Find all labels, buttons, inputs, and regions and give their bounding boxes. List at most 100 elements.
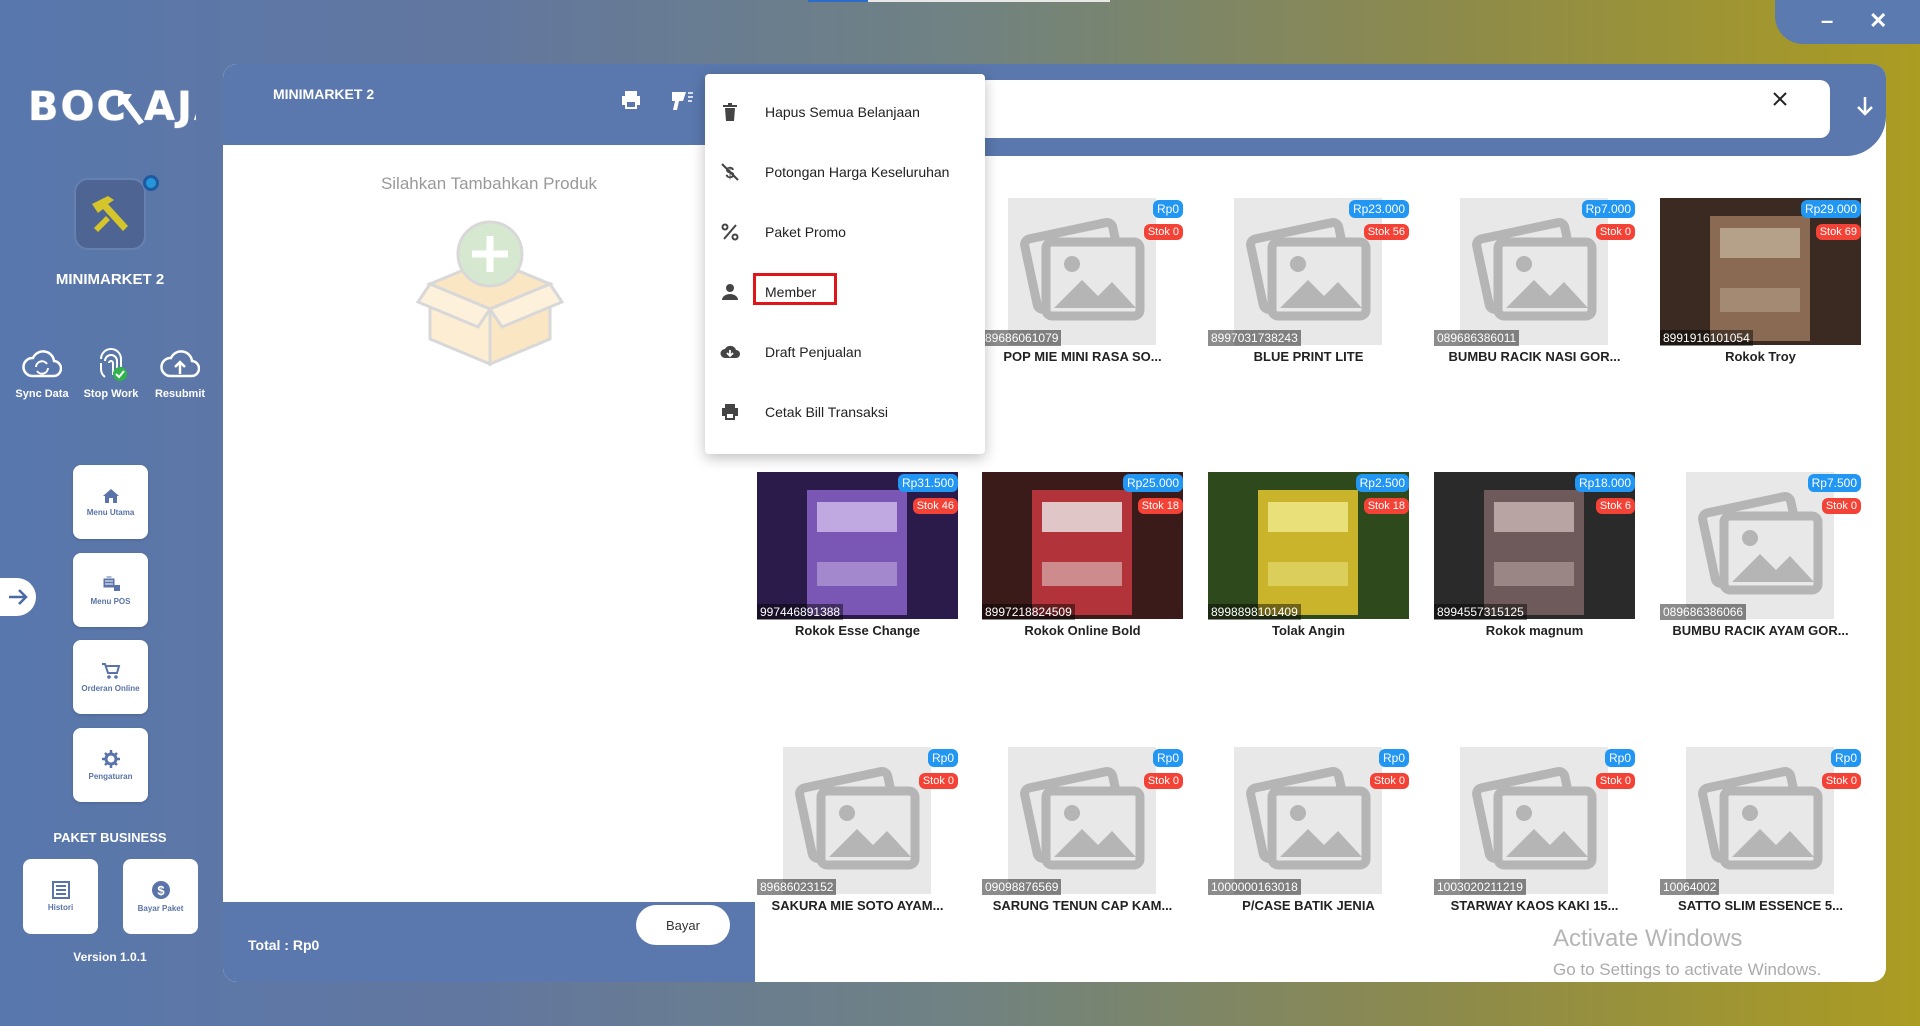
- product-photo-image: [1660, 198, 1861, 345]
- nav-menu-utama[interactable]: Menu Utama: [73, 465, 148, 539]
- hammer-icon: [92, 196, 128, 232]
- print-icon: [722, 404, 738, 420]
- product-card[interactable]: Rp0 Stok 0 89686023152 SAKURA MIE SOTO AYAM…: [755, 747, 960, 927]
- empty-cart-message: Silahkan Tambahkan Produk: [380, 174, 598, 193]
- nav-pengaturan[interactable]: Pengaturan: [73, 728, 148, 802]
- product-stock-badge: Stok 0: [918, 773, 958, 789]
- product-photo: [982, 472, 1183, 619]
- sync-data-label: Sync Data: [15, 388, 69, 400]
- product-card[interactable]: Rp23.000 Stok 56 8997031738243 BLUE PRINT L…: [1206, 198, 1411, 378]
- nav-menu-pos[interactable]: Menu POS: [73, 553, 148, 627]
- resubmit-button[interactable]: Resubmit: [146, 344, 214, 400]
- pay-button[interactable]: Bayar: [636, 905, 730, 945]
- store-avatar[interactable]: [76, 180, 144, 248]
- svg-text:$: $: [157, 883, 165, 898]
- menu-potongan-harga-label: Potongan Harga Keseluruhan: [765, 164, 950, 180]
- product-card[interactable]: Rp2.500 Stok 18 8998898101409 Tolak Angin: [1206, 472, 1411, 652]
- print-icon[interactable]: [619, 88, 643, 112]
- product-name: BUMBU RACIK NASI GOR...: [1448, 349, 1621, 364]
- cloud-download-icon: [720, 345, 740, 358]
- product-card[interactable]: Rp7.500 Stok 0 089686386066 BUMBU RACIK AYA…: [1658, 472, 1863, 652]
- product-photo-image: [982, 472, 1183, 619]
- cart-header: MINIMARKET 2: [223, 64, 755, 145]
- product-barcode: 89686061079: [982, 330, 1062, 346]
- product-name: SAKURA MIE SOTO AYAM...: [771, 898, 944, 913]
- product-photo-image: [1434, 472, 1635, 619]
- product-stock-badge: Stok 6: [1595, 498, 1635, 514]
- image-placeholder-icon: [1472, 767, 1597, 870]
- clear-search-button[interactable]: [1765, 84, 1795, 114]
- app-version: Version 1.0.1: [73, 950, 147, 964]
- stop-work-button[interactable]: Stop Work: [77, 344, 145, 400]
- menu-hapus-semua[interactable]: Hapus Semua Belanjaan: [705, 89, 985, 137]
- product-card[interactable]: Rp0 Stok 0 10064002 SATTO SLIM ESSENCE 5...: [1658, 747, 1863, 927]
- product-name: SATTO SLIM ESSENCE 5...: [1678, 898, 1843, 913]
- product-price-badge: Rp0: [1604, 749, 1635, 767]
- product-card[interactable]: Rp31.500 Stok 46 997446891388 Rokok Esse Ch…: [755, 472, 960, 652]
- product-name: Rokok magnum: [1485, 623, 1584, 638]
- product-stock-badge: Stok 0: [1595, 224, 1635, 240]
- windows-activation-subtitle: Go to Settings to activate Windows.: [1553, 960, 1822, 979]
- cart-title: MINIMARKET 2: [273, 86, 375, 102]
- product-card[interactable]: Rp0 Stok 0 1003020211219 STARWAY KAOS KAKI …: [1432, 747, 1637, 927]
- product-name: Tolak Angin: [1272, 623, 1345, 638]
- stop-work-label: Stop Work: [83, 388, 139, 400]
- product-barcode: 89686023152: [757, 879, 837, 895]
- product-stock-badge: Stok 0: [1595, 773, 1635, 789]
- product-card[interactable]: Rp18.000 Stok 6 8994557315125 Rokok magnum: [1432, 472, 1637, 652]
- product-price-badge: Rp0: [1152, 200, 1183, 218]
- menu-member[interactable]: Member: [705, 269, 985, 317]
- product-stock-badge: Stok 18: [1137, 498, 1183, 514]
- menu-potongan-harga[interactable]: $ Potongan Harga Keseluruhan: [705, 149, 985, 197]
- product-barcode: 8991916101054: [1660, 330, 1753, 346]
- product-card[interactable]: Rp29.000 Stok 69 8991916101054 Rokok Troy: [1658, 198, 1863, 378]
- product-card[interactable]: Rp0 Stok 0 89686061079 POP MIE MINI RASA SO…: [980, 198, 1185, 378]
- image-placeholder-icon: [795, 767, 920, 870]
- menu-paket-promo[interactable]: Paket Promo: [705, 209, 985, 257]
- main-panel: MINIMARKET 2 Silahkan Tambahkan Produk T…: [223, 64, 1886, 982]
- product-card[interactable]: Rp0 Stok 0 09098876569 SARUNG TENUN CAP KAM…: [980, 747, 1185, 927]
- product-stock-badge: Stok 56: [1363, 224, 1409, 240]
- windows-activation-title: Activate Windows: [1553, 925, 1743, 952]
- product-card[interactable]: Rp0 Stok 0 1000000163018 P/CASE BATIK JENIA: [1206, 747, 1411, 927]
- product-image-placeholder: [1008, 747, 1156, 894]
- resubmit-label: Resubmit: [154, 388, 206, 400]
- arrow-down-icon[interactable]: [1853, 94, 1877, 118]
- barcode-scanner-icon[interactable]: [669, 88, 695, 112]
- product-name: BUMBU RACIK AYAM GOR...: [1672, 623, 1849, 638]
- brand-logo-icon: BOC AJA: [28, 84, 196, 130]
- histori-button[interactable]: Histori: [23, 859, 98, 934]
- search-input[interactable]: [977, 80, 1830, 138]
- product-barcode: 089686386011: [1434, 330, 1520, 346]
- product-price-badge: Rp0: [927, 749, 958, 767]
- menu-hapus-semua-label: Hapus Semua Belanjaan: [765, 104, 920, 120]
- nav-orderan-online[interactable]: Orderan Online: [73, 640, 148, 714]
- menu-draft-penjualan[interactable]: Draft Penjualan: [705, 329, 985, 377]
- product-price-badge: Rp2.500: [1355, 474, 1409, 492]
- no-dollar-icon: $: [721, 163, 739, 182]
- image-placeholder-icon: [1246, 767, 1371, 870]
- bayar-paket-button[interactable]: $ Bayar Paket: [123, 859, 198, 934]
- product-price-badge: Rp7.500: [1807, 474, 1861, 492]
- gear-icon: [101, 749, 120, 768]
- list-icon: [51, 881, 70, 899]
- product-image-placeholder: [1008, 198, 1156, 345]
- member-highlight-box: [753, 273, 837, 305]
- product-image-placeholder: [1460, 747, 1608, 894]
- product-barcode: 997446891388: [757, 604, 844, 620]
- product-name: STARWAY KAOS KAKI 15...: [1450, 898, 1619, 913]
- product-barcode: 8994557315125: [1434, 604, 1527, 620]
- nav-orderan-online-label: Orderan Online: [81, 683, 140, 693]
- product-card[interactable]: Rp25.000 Stok 18 8997218824509 Rokok Online…: [980, 472, 1185, 652]
- product-card[interactable]: Rp7.000 Stok 0 089686386011 BUMBU RACIK NAS…: [1432, 198, 1637, 378]
- menu-cetak-bill[interactable]: Cetak Bill Transaksi: [705, 389, 985, 437]
- close-window-button[interactable]: ✕: [1869, 8, 1887, 34]
- close-icon: [1773, 92, 1787, 106]
- expand-sidebar-button[interactable]: [0, 578, 36, 616]
- product-image-placeholder: [1234, 198, 1382, 345]
- minimize-button[interactable]: –: [1821, 8, 1833, 34]
- top-strip-light: [868, 0, 1110, 2]
- sync-data-button[interactable]: Sync Data: [8, 344, 76, 400]
- product-price-badge: Rp23.000: [1348, 200, 1409, 218]
- svg-text:AJA: AJA: [144, 84, 196, 130]
